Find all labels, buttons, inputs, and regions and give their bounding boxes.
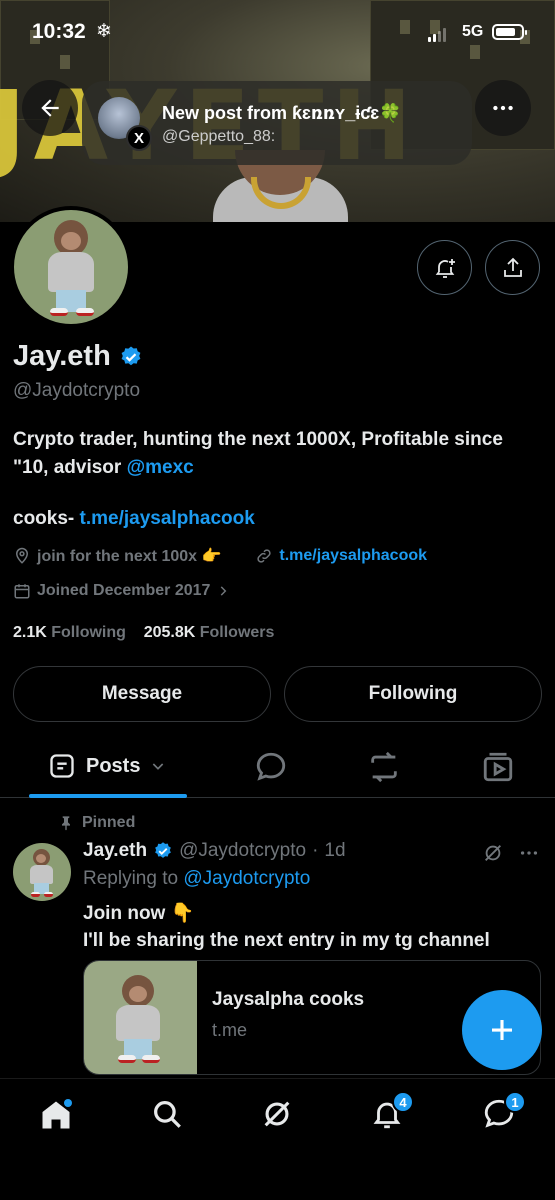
status-bar: 10:32 ❄ 5G (0, 20, 555, 50)
verified-badge-icon (121, 346, 141, 365)
share-icon (503, 257, 522, 277)
posts-tab-icon (50, 754, 74, 778)
pinned-indicator: Pinned (58, 814, 135, 832)
cooks-link[interactable]: t.me/jaysalphacook (80, 508, 255, 529)
home-unread-dot (64, 1099, 72, 1107)
share-profile-button[interactable] (485, 240, 540, 295)
x-logo-icon: X (126, 125, 152, 151)
profile-joined: Joined December 2017 (37, 582, 211, 599)
nav-home[interactable] (38, 1097, 74, 1133)
profile-avatar[interactable] (10, 206, 132, 328)
messages-badge: 1 (504, 1091, 526, 1113)
profile-tabs: Posts (0, 740, 555, 798)
profile-handle: @Jaydotcrypto (13, 380, 141, 401)
post-header: Jay.eth @Jaydotcrypto · 1d (83, 840, 346, 862)
notification-title: New post from ƙɛռռʏ_ɨƈɛ🍀 (162, 103, 402, 123)
compose-post-button[interactable] (462, 990, 542, 1070)
status-time: 10:32 (32, 20, 86, 43)
nav-search[interactable] (150, 1097, 186, 1133)
tab-reposts[interactable] (367, 750, 401, 784)
post-author-handle[interactable]: @Jaydotcrypto (179, 840, 306, 862)
more-horizontal-icon (493, 105, 513, 111)
link-preview-title: Jaysalpha cooks (212, 989, 365, 1010)
post-author-avatar[interactable] (13, 843, 71, 901)
grok-icon[interactable] (482, 842, 504, 864)
cooks-label: cooks- (13, 508, 80, 529)
replying-to-handle[interactable]: @Jaydotcrypto (183, 868, 310, 889)
chevron-down-icon (153, 763, 164, 770)
bio-mention-link[interactable]: @mexc (127, 457, 194, 478)
followers-count-link[interactable]: 205.8K Followers (144, 624, 275, 641)
tab-media[interactable] (481, 750, 515, 784)
banner-monkey-image (213, 150, 348, 222)
following-count-link[interactable]: 2.1K Following (13, 624, 126, 641)
new-post-notification[interactable]: X New post from ƙɛռռʏ_ɨƈɛ🍀 @Geppetto_88: (82, 81, 472, 165)
profile-bio: Crypto trader, hunting the next 1000X, P… (13, 426, 533, 482)
link-icon (257, 549, 272, 563)
nav-notifications[interactable]: 4 (370, 1091, 414, 1133)
profile-name-row: Jay.eth (13, 340, 143, 373)
search-icon (154, 1101, 181, 1128)
profile-meta-row: join for the next 100x 👉 t.me/jaysalphac… (13, 546, 427, 566)
chevron-right-icon (221, 586, 227, 596)
profile-joined-row[interactable]: Joined December 2017 (13, 582, 230, 600)
post-text: Join now 👇 I'll be sharing the next entr… (83, 900, 490, 954)
back-button[interactable] (22, 80, 78, 136)
notifications-badge: 4 (392, 1091, 414, 1113)
tab-posts-label: Posts (86, 754, 141, 777)
post-time[interactable]: 1d (324, 840, 345, 862)
bio-text: Crypto trader, hunting the next 1000X, P… (13, 429, 503, 478)
location-pin-icon (15, 547, 29, 564)
verified-badge-icon (155, 842, 171, 858)
pin-icon (62, 816, 70, 831)
battery-icon (492, 24, 527, 40)
active-tab-indicator (29, 794, 187, 798)
post-dot: · (312, 840, 319, 861)
calendar-icon (14, 584, 30, 599)
bottom-navigation: 4 1 (0, 1078, 555, 1200)
replying-to: Replying to @Jaydotcrypto (83, 868, 311, 889)
tab-replies[interactable] (254, 750, 288, 784)
arrow-left-icon (41, 99, 59, 117)
bio-cooks-line: cooks- t.me/jaysalphacook (13, 508, 255, 530)
pinned-label: Pinned (82, 814, 136, 831)
bell-plus-icon (435, 258, 455, 278)
message-button[interactable]: Message (13, 666, 271, 722)
signal-icon (428, 28, 446, 42)
following-button[interactable]: Following (284, 666, 542, 722)
profile-website-link[interactable]: t.me/jaysalphacook (279, 547, 427, 565)
post-text-line2: I'll be sharing the next entry in my tg … (83, 930, 490, 951)
post-more-icon[interactable] (518, 842, 540, 864)
grok-icon (264, 1101, 290, 1127)
nav-messages[interactable]: 1 (482, 1091, 526, 1133)
profile-location: join for the next 100x 👉 (37, 548, 222, 565)
link-preview-domain: t.me (212, 1020, 248, 1040)
link-preview-thumbnail (84, 961, 197, 1074)
plus-icon (492, 1020, 512, 1040)
notify-subscribe-button[interactable] (417, 240, 472, 295)
profile-name: Jay.eth (13, 340, 111, 372)
network-type: 5G (462, 23, 484, 40)
more-options-button[interactable] (475, 80, 531, 136)
snowflake-icon: ❄ (96, 21, 112, 42)
follow-counts: 2.1K Following 205.8K Followers (13, 624, 274, 642)
post-text-line1: Join now 👇 (83, 903, 195, 924)
post-author-name[interactable]: Jay.eth (83, 840, 147, 862)
nav-grok[interactable] (260, 1097, 296, 1133)
tab-posts[interactable]: Posts (48, 752, 166, 780)
notification-subtitle: @Geppetto_88: (162, 128, 276, 145)
